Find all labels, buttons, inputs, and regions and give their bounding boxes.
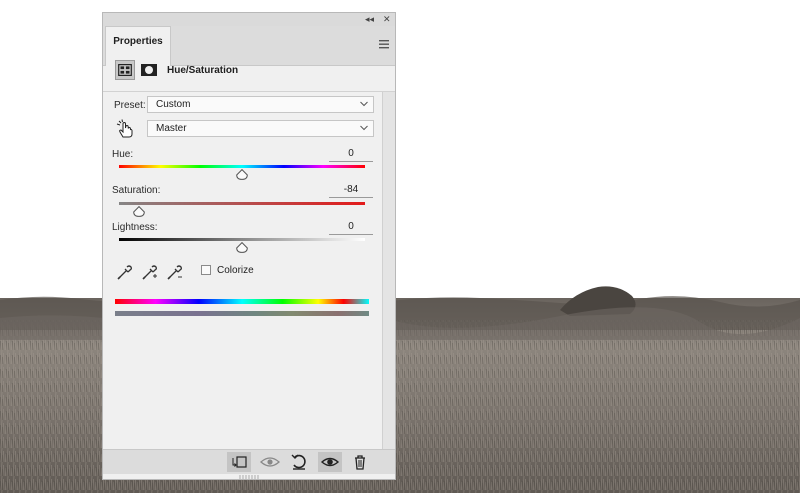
channel-value: Master	[156, 123, 187, 134]
clip-to-layer-icon[interactable]	[227, 452, 251, 472]
close-icon[interactable]: ✕	[383, 13, 391, 26]
reset-icon[interactable]	[287, 452, 311, 472]
resize-grip[interactable]	[239, 475, 259, 479]
chevron-down-icon	[360, 101, 368, 107]
panel-footer	[103, 449, 395, 474]
eyedropper-add-icon[interactable]	[141, 263, 159, 281]
preset-label: Preset:	[114, 100, 146, 111]
header-divider	[103, 91, 395, 92]
eyedropper-subtract-icon[interactable]	[166, 263, 184, 281]
layer-mask-icon[interactable]	[139, 60, 159, 80]
panel-title-strip: ◂◂ ✕	[103, 13, 395, 26]
properties-panel: ◂◂ ✕ Properties Hue/Saturation Preset: C…	[102, 12, 396, 480]
preset-value: Custom	[156, 99, 191, 110]
colorize-label: Colorize	[217, 265, 254, 276]
lightness-slider-track[interactable]	[119, 238, 365, 241]
channel-dropdown[interactable]: Master	[147, 120, 374, 137]
hue-value-field[interactable]: 0	[329, 147, 373, 162]
view-previous-state-icon[interactable]	[258, 452, 282, 472]
lightness-label: Lightness:	[112, 222, 158, 233]
saturation-slider-track[interactable]	[119, 202, 365, 205]
saturation-slider-thumb[interactable]	[132, 206, 145, 217]
hue-saturation-adjustment-icon[interactable]	[115, 60, 135, 80]
hue-label: Hue:	[112, 149, 134, 160]
output-spectrum-bar	[115, 311, 369, 316]
hue-slider-thumb[interactable]	[236, 169, 248, 180]
collapse-icon[interactable]: ◂◂	[365, 13, 374, 26]
panel-scrollbar[interactable]	[382, 92, 395, 449]
colorize-checkbox[interactable]	[201, 265, 211, 275]
panel-menu-icon[interactable]	[379, 40, 389, 49]
saturation-value-field[interactable]: -84	[329, 183, 373, 198]
chevron-down-icon	[360, 125, 368, 131]
saturation-label: Saturation:	[112, 185, 161, 196]
adjustment-title: Hue/Saturation	[167, 65, 239, 76]
visibility-eye-icon[interactable]	[318, 452, 342, 472]
hue-slider-track[interactable]	[119, 165, 365, 168]
eyedropper-icon[interactable]	[116, 263, 134, 281]
on-image-adjustment-hand-icon[interactable]	[116, 119, 134, 139]
preset-dropdown[interactable]: Custom	[147, 96, 374, 113]
delete-icon[interactable]	[348, 452, 372, 472]
input-spectrum-bar	[115, 299, 369, 304]
lightness-slider-thumb[interactable]	[236, 242, 248, 253]
adjustment-header: Hue/Saturation	[103, 58, 395, 84]
lightness-value-field[interactable]: 0	[329, 220, 373, 235]
